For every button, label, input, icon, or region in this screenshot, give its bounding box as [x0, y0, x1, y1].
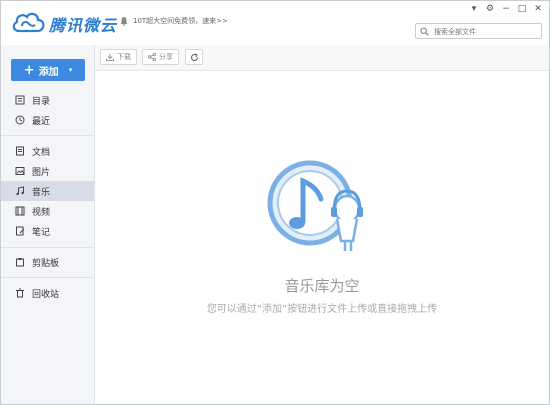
notice-text[interactable]: 10T超大空间免费领，速来>> — [133, 16, 228, 26]
sidebar-item-directory[interactable]: 目录 — [1, 90, 94, 110]
sidebar-item-recent[interactable]: 最近 — [1, 110, 94, 130]
add-button-label: 添加 — [38, 66, 59, 78]
chevron-down-icon[interactable]: ▾ — [469, 4, 479, 14]
sidebar-item-label: 剪贴板 — [32, 258, 60, 269]
sidebar-item-label: 回收站 — [32, 289, 60, 300]
download-label: 下载 — [117, 53, 131, 61]
sidebar-item-video[interactable]: 视频 — [1, 201, 94, 221]
maximize-icon[interactable]: □ — [517, 4, 527, 14]
minimize-icon[interactable]: − — [501, 4, 511, 14]
sidebar: + 添加 ▾ 目录 最近 文档 图片 音乐 视频 笔记 剪贴板 回收站 — [1, 45, 95, 404]
sidebar-divider — [1, 277, 94, 278]
empty-music-illustration-icon — [267, 160, 363, 251]
sidebar-item-label: 视频 — [32, 207, 51, 218]
sidebar-item-label: 最近 — [32, 116, 51, 127]
settings-gear-icon[interactable]: ⚙ — [485, 4, 495, 14]
empty-state-title: 音乐库为空 — [284, 277, 360, 295]
film-icon — [15, 206, 25, 216]
caret-down-icon[interactable]: ▾ — [69, 66, 73, 74]
trash-icon — [16, 288, 24, 298]
share-button[interactable]: 分享 — [142, 49, 179, 65]
sidebar-divider — [1, 135, 94, 136]
sidebar-item-label: 笔记 — [32, 227, 51, 238]
folder-list-icon — [15, 95, 25, 105]
notice-banner[interactable]: 10T超大空间免费领，速来>> — [119, 16, 228, 26]
share-icon — [148, 53, 156, 61]
sidebar-item-images[interactable]: 图片 — [1, 161, 94, 181]
clock-icon — [15, 115, 25, 125]
sidebar-item-notes[interactable]: 笔记 — [1, 221, 94, 241]
empty-state-description: 您可以通过“添加”按钮进行文件上传或直接拖拽上传 — [206, 304, 438, 315]
title-bar: 腾讯微云 10T超大空间免费领，速来>> ▾ ⚙ − □ ✕ — [1, 1, 549, 46]
sidebar-item-label: 目录 — [32, 96, 51, 107]
cloud-logo-icon — [12, 12, 45, 33]
sidebar-item-trash[interactable]: 回收站 — [1, 283, 94, 303]
download-icon — [106, 53, 114, 61]
sidebar-item-documents[interactable]: 文档 — [1, 141, 94, 161]
sidebar-item-label: 音乐 — [32, 187, 51, 198]
add-button[interactable]: + 添加 ▾ — [11, 59, 85, 81]
close-icon[interactable]: ✕ — [533, 4, 543, 14]
app-brand: 腾讯微云 — [49, 16, 118, 35]
file-list-area: 音乐库为空 您可以通过“添加”按钮进行文件上传或直接拖拽上传 — [95, 71, 549, 404]
sidebar-item-label: 文档 — [32, 147, 51, 158]
refresh-icon — [190, 53, 198, 61]
plus-icon: + — [23, 62, 35, 78]
search-input[interactable] — [432, 25, 541, 39]
search-box[interactable] — [415, 23, 542, 39]
sidebar-item-label: 图片 — [32, 167, 51, 178]
bell-icon — [120, 17, 128, 26]
sidebar-item-clipboard[interactable]: 剪贴板 — [1, 252, 94, 272]
clipboard-icon — [16, 258, 24, 267]
window-controls: ▾ ⚙ − □ ✕ — [469, 4, 543, 14]
share-label: 分享 — [159, 53, 173, 61]
toolbar: 下载 分享 — [95, 45, 549, 71]
document-icon — [16, 146, 24, 156]
search-icon — [420, 27, 429, 36]
app-window: 腾讯微云 10T超大空间免费领，速来>> ▾ ⚙ − □ ✕ + — [0, 0, 550, 405]
sidebar-divider — [1, 247, 94, 248]
refresh-button[interactable] — [185, 49, 203, 65]
download-button[interactable]: 下载 — [100, 49, 137, 65]
note-icon — [16, 226, 25, 236]
sidebar-item-music[interactable]: 音乐 — [1, 181, 94, 201]
music-note-icon — [16, 186, 24, 196]
image-icon — [15, 167, 25, 175]
